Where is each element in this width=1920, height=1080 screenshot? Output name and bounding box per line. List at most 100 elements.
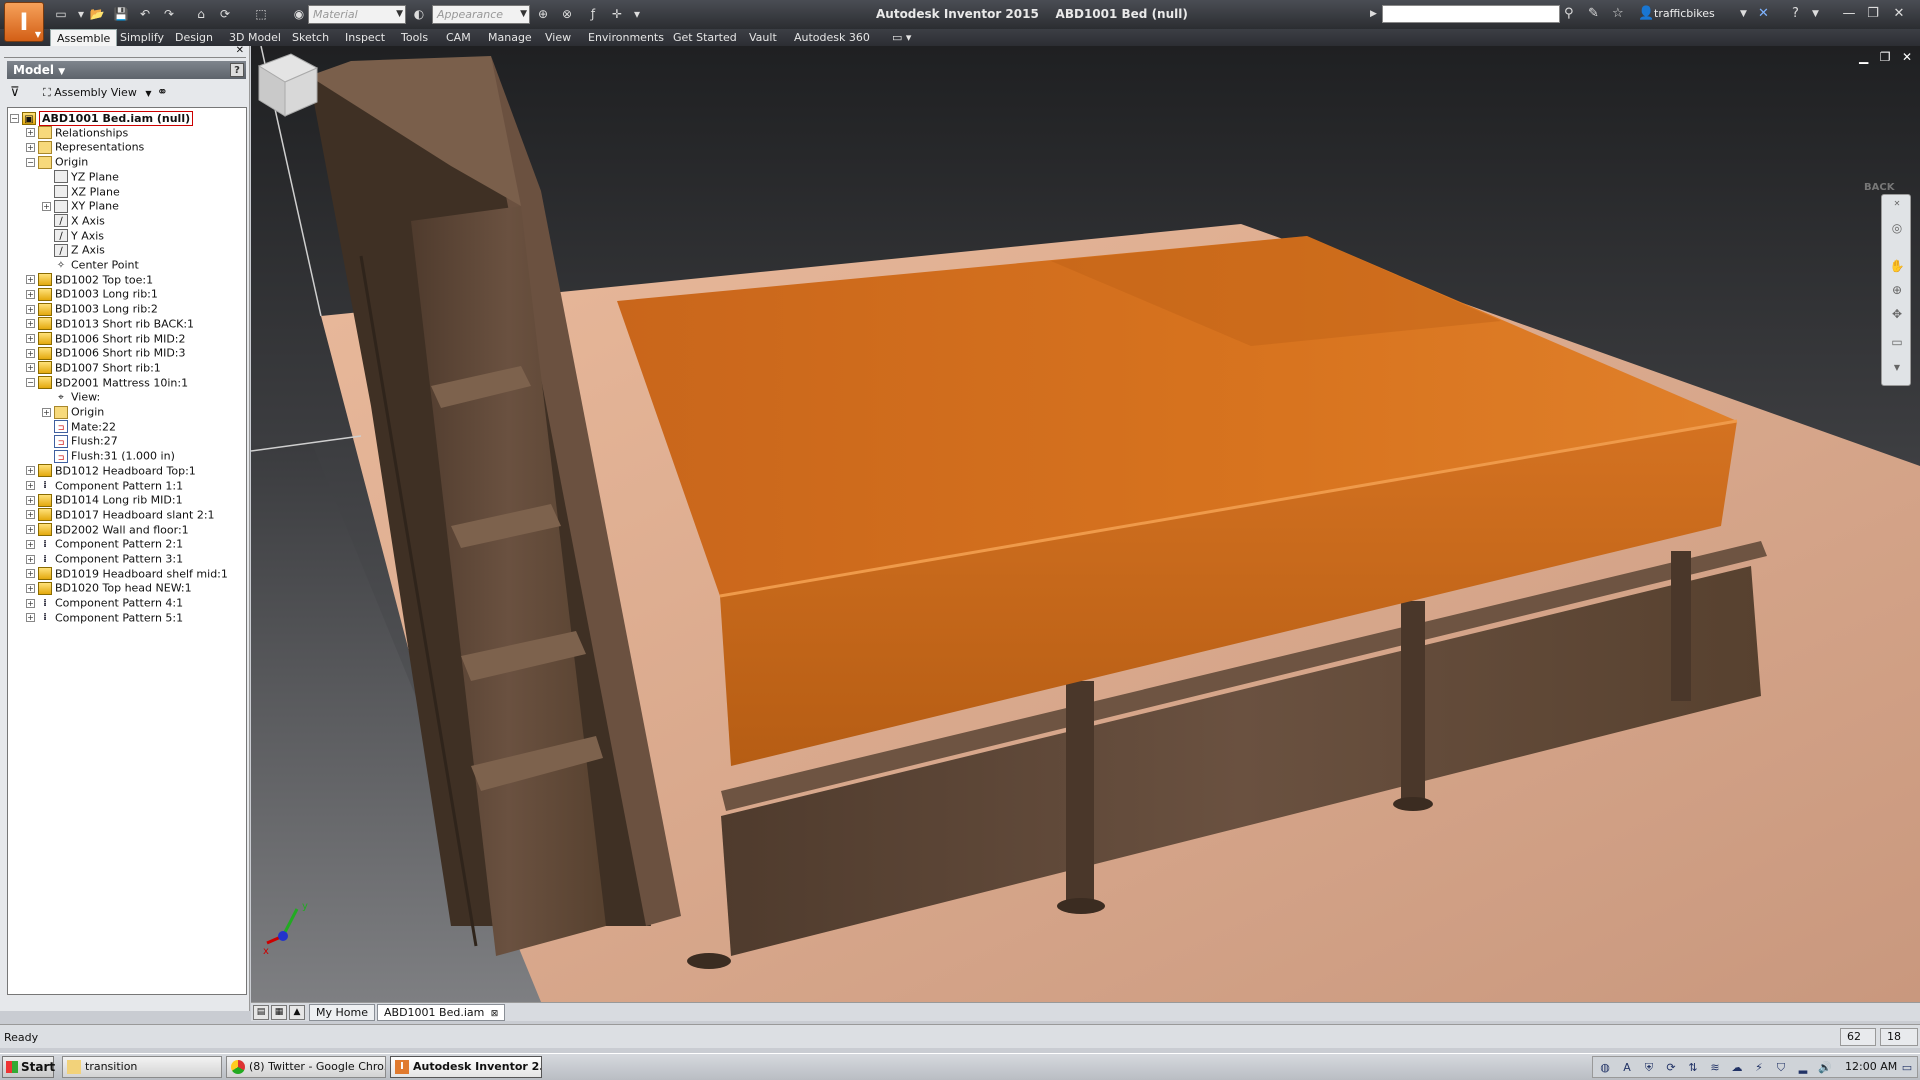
browser-header[interactable]: Model ▼ ? (7, 61, 246, 79)
minimize-icon[interactable]: ▁ (1859, 50, 1868, 64)
tab-abd1001-bed[interactable]: ABD1001 Bed.iam ⊠ (377, 1004, 506, 1021)
user-name[interactable]: trafficbikes (1654, 7, 1715, 20)
tab-manage[interactable]: Manage (482, 29, 538, 46)
tab-assemble[interactable]: Assemble (50, 29, 118, 46)
clear-appearance-icon[interactable]: ⊗ (558, 6, 576, 22)
tab-3d-model[interactable]: 3D Model (223, 29, 287, 46)
close-tab-icon[interactable]: ⊠ (488, 1009, 499, 1019)
expand-icon[interactable]: + (26, 275, 35, 285)
expand-icon[interactable]: + (26, 348, 35, 358)
help-icon[interactable]: ? (230, 63, 244, 77)
home-icon[interactable]: ⌂ (192, 6, 210, 22)
function-icon[interactable]: ƒ (584, 6, 602, 22)
binoculars-icon[interactable]: ⚲ (1564, 6, 1574, 22)
expand-icon[interactable]: + (26, 289, 35, 299)
collapse-icon[interactable]: − (26, 378, 35, 388)
close-window-icon[interactable]: ✕ (1888, 4, 1910, 24)
tab-autodesk-360[interactable]: Autodesk 360 (788, 29, 876, 46)
expand-icon[interactable]: + (26, 334, 35, 343)
help-search-input[interactable] (1382, 5, 1560, 23)
taskbar-item-chrome[interactable]: (8) Twitter - Google Chro... (226, 1056, 386, 1078)
expand-icon[interactable]: + (26, 319, 35, 329)
tab-get-started[interactable]: Get Started (667, 29, 743, 46)
zoom-icon[interactable]: ⊕ (1888, 281, 1906, 299)
expand-icon[interactable]: + (26, 363, 35, 373)
expand-icon[interactable]: + (26, 554, 35, 564)
taskbar-item-transition[interactable]: transition (62, 1056, 222, 1078)
close-icon[interactable]: ✕ (236, 45, 244, 56)
expand-icon[interactable]: + (26, 304, 35, 314)
power-icon[interactable]: ⚡ (1751, 1060, 1767, 1076)
tab-design[interactable]: Design (169, 29, 219, 46)
chevron-right-icon[interactable]: ▶ (1370, 6, 1377, 22)
wifi-icon[interactable]: ≋ (1707, 1060, 1723, 1076)
tab-simplify[interactable]: Simplify (114, 29, 170, 46)
tab-sketch[interactable]: Sketch (286, 29, 335, 46)
tab-environments[interactable]: Environments (582, 29, 670, 46)
expand-icon[interactable]: + (26, 481, 35, 490)
tab-inspect[interactable]: Inspect (339, 29, 391, 46)
tab-view[interactable]: View (539, 29, 577, 46)
collapse-icon[interactable]: − (26, 157, 35, 167)
shield-icon[interactable]: ⛉ (1773, 1060, 1789, 1076)
taskbar-clock[interactable]: 12:00 AM (1845, 1060, 1897, 1073)
select-icon[interactable]: ⬚ (252, 6, 270, 22)
start-button[interactable]: Start (2, 1056, 55, 1078)
cascade-windows-icon[interactable]: ▦ (271, 1005, 287, 1020)
expand-icon[interactable]: + (26, 539, 35, 549)
ribbon-display-options-icon[interactable]: ▭ ▾ (886, 29, 917, 46)
expand-icon[interactable]: + (26, 598, 35, 608)
redo-icon[interactable]: ↷ (160, 6, 178, 22)
update-icon[interactable]: ⟳ (216, 6, 234, 22)
material-dropdown[interactable]: Material ▼ (308, 5, 406, 24)
expand-icon[interactable]: + (26, 613, 35, 623)
chevron-down-icon[interactable]: ▼ (1740, 6, 1747, 22)
viewcube-back-label[interactable]: BACK (1864, 182, 1894, 193)
appearance-dropdown[interactable]: Appearance ▼ (432, 5, 530, 24)
expand-icon[interactable]: + (26, 583, 35, 593)
expand-icon[interactable]: + (42, 407, 51, 417)
application-menu-button[interactable]: I ▼ (4, 2, 44, 42)
tab-my-home[interactable]: My Home (309, 1004, 375, 1021)
expand-icon[interactable]: + (26, 510, 35, 520)
expand-icon[interactable]: + (26, 142, 35, 152)
exchange-apps-icon[interactable]: ✕ (1758, 6, 1769, 22)
chevron-down-icon[interactable]: ▾ (628, 6, 646, 22)
restore-icon[interactable]: ❐ (1880, 50, 1891, 64)
chevron-down-icon[interactable]: ▼ (1888, 359, 1906, 377)
tree-node[interactable]: + ⁞ Component Pattern 5:1 (26, 609, 183, 626)
pan-hand-icon[interactable]: ✋ (1888, 257, 1906, 275)
expand-icon[interactable]: + (26, 569, 35, 579)
open-folder-icon[interactable]: 📂 (88, 6, 106, 22)
tab-vault[interactable]: Vault (743, 29, 783, 46)
crosshair-icon[interactable]: ✛ (608, 6, 626, 22)
collapse-icon[interactable]: − (10, 113, 19, 123)
viewcube[interactable] (251, 46, 323, 118)
expand-icon[interactable]: + (26, 128, 35, 138)
adjust-icon[interactable]: ⊕ (534, 6, 552, 22)
volume-icon[interactable]: 🔊 (1817, 1060, 1833, 1076)
sync-icon[interactable]: ⇅ (1685, 1060, 1701, 1076)
tile-windows-icon[interactable]: ▤ (253, 1005, 269, 1020)
expand-icon[interactable]: + (26, 495, 35, 505)
close-icon[interactable]: ✕ (1902, 50, 1912, 64)
tab-cam[interactable]: CAM (440, 29, 477, 46)
network-icon[interactable]: ◍ (1597, 1060, 1613, 1076)
help-icon[interactable]: ? (1792, 6, 1799, 22)
favorites-star-icon[interactable]: ☆ (1612, 6, 1624, 22)
assembly-view-dropdown[interactable]: ⛶ Assembly View ▼ (43, 86, 152, 100)
signal-icon[interactable]: ▂ (1795, 1060, 1811, 1076)
close-icon[interactable]: ✕ (1888, 195, 1906, 213)
graphics-viewport[interactable]: ▁ ❐ ✕ BACK ✕ ◎ ✋ ⊕ ✥ ▭ ▼ x y (251, 46, 1920, 1002)
expand-icon[interactable]: + (26, 525, 35, 535)
orbit-icon[interactable]: ✥ (1888, 305, 1906, 323)
expand-icon[interactable]: + (26, 466, 35, 476)
chevron-down-icon[interactable]: ▼ (1812, 6, 1819, 22)
security-icon[interactable]: ⛨ (1641, 1060, 1657, 1076)
cloud-icon[interactable]: ☁ (1729, 1060, 1745, 1076)
appearance-icon[interactable]: ◐ (410, 6, 428, 22)
tab-tools[interactable]: Tools (395, 29, 434, 46)
communication-icon[interactable]: ✎ (1588, 6, 1599, 22)
filter-icon[interactable]: ⊽ (10, 85, 20, 100)
user-icon[interactable]: 👤 (1638, 6, 1654, 22)
